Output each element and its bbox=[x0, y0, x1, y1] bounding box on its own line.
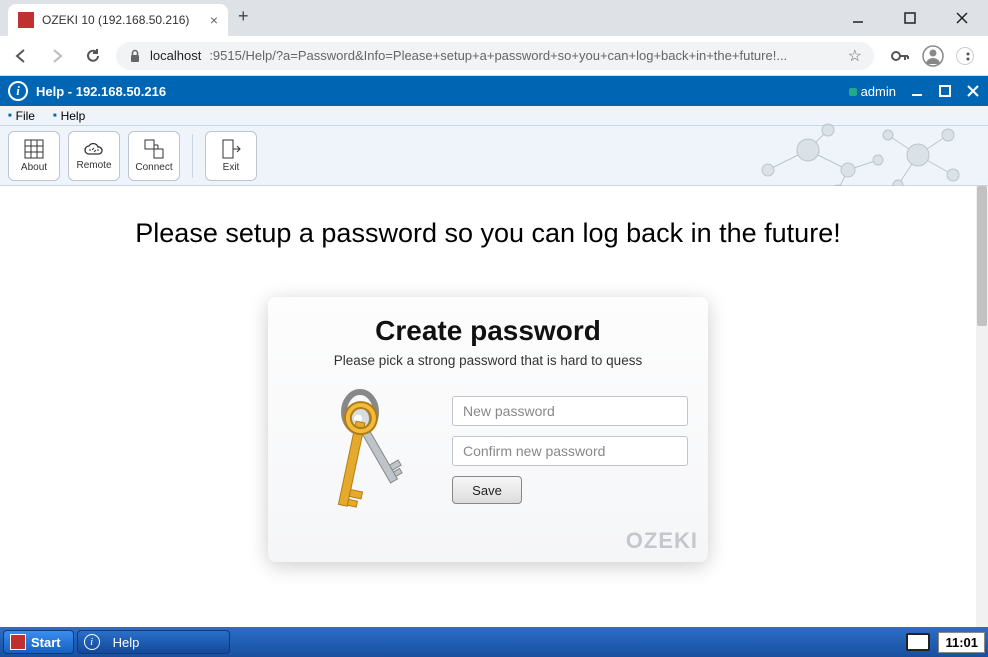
window-close-button[interactable] bbox=[940, 4, 984, 32]
toolbar-connect-button[interactable]: Connect bbox=[128, 131, 180, 181]
window-minimize-button[interactable] bbox=[836, 4, 880, 32]
menu-dots-icon[interactable] bbox=[956, 47, 974, 65]
toolbar-remote-button[interactable]: Remote bbox=[68, 131, 120, 181]
taskbar-clock: 11:01 bbox=[938, 632, 985, 653]
url-field[interactable]: localhost :9515/Help/?a=Password&Info=Ple… bbox=[116, 42, 874, 70]
tab-title: OZEKI 10 (192.168.50.216) bbox=[42, 13, 189, 27]
key-icon[interactable] bbox=[890, 46, 910, 66]
keys-icon bbox=[288, 382, 438, 532]
page-headline: Please setup a password so you can log b… bbox=[0, 218, 976, 249]
exit-icon bbox=[220, 138, 242, 160]
lock-icon bbox=[128, 49, 142, 63]
app-close-button[interactable] bbox=[966, 84, 980, 98]
start-icon bbox=[10, 634, 26, 650]
window-controls bbox=[836, 0, 988, 36]
window-maximize-button[interactable] bbox=[888, 4, 932, 32]
new-tab-button[interactable]: + bbox=[238, 6, 249, 31]
toolbar-separator bbox=[192, 134, 193, 178]
user-indicator[interactable]: admin bbox=[849, 84, 896, 99]
cloud-icon bbox=[82, 140, 106, 158]
start-button[interactable]: Start bbox=[3, 630, 74, 654]
toolbar-about-button[interactable]: About bbox=[8, 131, 60, 181]
menu-help[interactable]: Help bbox=[53, 109, 85, 123]
taskbar-help-button[interactable]: i Help bbox=[77, 630, 231, 654]
scrollbar-thumb[interactable] bbox=[977, 186, 987, 326]
app-header: i Help - 192.168.50.216 admin bbox=[0, 76, 988, 106]
nav-reload-button[interactable] bbox=[80, 43, 106, 69]
new-password-input[interactable] bbox=[452, 396, 688, 426]
toolbar: About Remote Connect Exit bbox=[0, 126, 988, 186]
scrollbar[interactable] bbox=[976, 186, 988, 627]
create-password-card: Create password Please pick a strong pas… bbox=[268, 297, 708, 562]
url-host: localhost bbox=[150, 48, 201, 63]
info-icon: i bbox=[84, 634, 100, 650]
toolbar-exit-button[interactable]: Exit bbox=[205, 131, 257, 181]
app-maximize-button[interactable] bbox=[938, 84, 952, 98]
info-icon: i bbox=[8, 81, 28, 101]
browser-tab-strip: OZEKI 10 (192.168.50.216) × + bbox=[0, 0, 988, 36]
card-title: Create password bbox=[288, 315, 688, 347]
nav-forward-button[interactable] bbox=[44, 43, 70, 69]
browser-tab[interactable]: OZEKI 10 (192.168.50.216) × bbox=[8, 4, 228, 36]
taskbar: Start i Help 11:01 bbox=[0, 627, 988, 657]
app-minimize-button[interactable] bbox=[910, 84, 924, 98]
grid-icon bbox=[23, 138, 45, 160]
watermark: OZEKI bbox=[626, 528, 698, 554]
content-area: Please setup a password so you can log b… bbox=[0, 186, 976, 627]
card-subtitle: Please pick a strong password that is ha… bbox=[288, 353, 688, 368]
url-path: :9515/Help/?a=Password&Info=Please+setup… bbox=[209, 48, 787, 63]
keyboard-icon[interactable] bbox=[906, 633, 930, 651]
nav-back-button[interactable] bbox=[8, 43, 34, 69]
connect-icon bbox=[143, 138, 165, 160]
tab-close-icon[interactable]: × bbox=[210, 12, 218, 28]
profile-icon[interactable] bbox=[922, 45, 944, 67]
confirm-password-input[interactable] bbox=[452, 436, 688, 466]
app-title: Help - 192.168.50.216 bbox=[36, 84, 166, 99]
tab-favicon bbox=[18, 12, 34, 28]
save-button[interactable]: Save bbox=[452, 476, 522, 504]
status-dot-icon bbox=[849, 88, 857, 96]
menu-file[interactable]: File bbox=[8, 109, 35, 123]
browser-address-bar: localhost :9515/Help/?a=Password&Info=Ple… bbox=[0, 36, 988, 76]
star-icon[interactable]: ☆ bbox=[848, 46, 862, 66]
